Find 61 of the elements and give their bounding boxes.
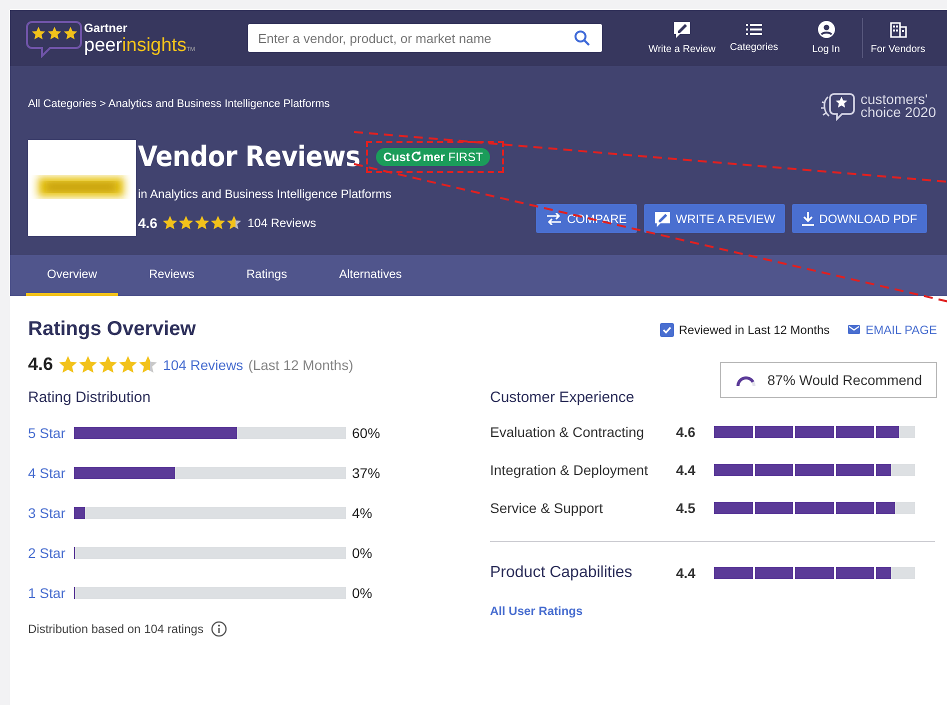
building-icon [890, 22, 906, 38]
list-icon [746, 23, 762, 36]
compare-arrows-icon [546, 212, 562, 224]
percentage: 60% [352, 425, 380, 441]
rating-score: 4.6 [138, 215, 158, 231]
action-button[interactable]: WRITE A REVIEW [644, 204, 786, 233]
rating-label: Evaluation & Contracting [490, 424, 646, 440]
distribution-note: Distribution based on 104 ratings [28, 622, 204, 636]
category-subtitle: in Analytics and Business Intelligence Platforms [138, 187, 392, 201]
nav-link[interactable]: Log In [790, 21, 862, 55]
info-icon [211, 621, 228, 637]
rating-score: 4.6 [28, 354, 54, 375]
breadcrumb: All Categories > Analytics and Business Intelligence Platforms [28, 98, 330, 110]
award-badge-icon [820, 91, 856, 121]
rating-score: 4.4 [676, 565, 696, 581]
all-ratings-link[interactable]: All User Ratings [490, 604, 935, 618]
reviews-link[interactable]: 104 Reviews [163, 356, 244, 372]
download-icon [802, 212, 814, 226]
recommend-box: 87% Would Recommend [720, 362, 937, 398]
percentage: 0% [352, 585, 372, 601]
rating-score: 4.4 [676, 462, 696, 478]
checkbox-label: Reviewed in Last 12 Months [678, 322, 830, 336]
search-field[interactable]: Enter a vendor, product, or market name [248, 24, 602, 52]
rating-score: 4.6 [676, 424, 696, 440]
search-icon [574, 30, 590, 46]
tab[interactable]: Overview [26, 255, 118, 296]
rating-label: Service & Support [490, 500, 604, 516]
brand-name: Gartner [84, 22, 128, 34]
star-filter-link[interactable]: 3 Star [28, 505, 74, 521]
star-filter-link[interactable]: 2 Star [28, 545, 74, 561]
tab[interactable]: Alternatives [318, 255, 423, 296]
subsection-title: Rating Distribution [28, 389, 152, 406]
checkbox[interactable] [660, 322, 674, 336]
star-filter-link[interactable]: 4 Star [28, 465, 74, 481]
award-title: customers' choice 2020 [860, 92, 936, 120]
email-link[interactable]: EMAIL PAGE [848, 322, 937, 336]
percentage: 0% [352, 545, 372, 561]
percentage: 37% [352, 465, 380, 481]
period-note: (Last 12 Months) [248, 356, 354, 372]
rating-score: 4.5 [676, 500, 696, 516]
section-title: Ratings Overview [28, 318, 196, 341]
pencil-note-icon [673, 21, 691, 38]
nav-link[interactable]: For Vendors [863, 22, 933, 54]
page-title: Vendor Reviews [138, 140, 360, 173]
rating-label: Integration & Deployment [490, 462, 649, 478]
action-button[interactable]: DOWNLOAD PDF [792, 204, 928, 233]
stars-logo-icon [26, 18, 82, 58]
user-icon [818, 21, 834, 38]
percentage: 4% [352, 505, 372, 521]
nav-link[interactable]: Write a Review [646, 21, 718, 55]
pencil-note-icon [654, 210, 671, 226]
tab[interactable]: Reviews [128, 255, 216, 296]
subsection-title: Customer Experience [490, 389, 636, 406]
customer-first-badge: Cust mer FIRST [376, 148, 490, 166]
mail-icon [848, 325, 860, 334]
rating-label: Product Capabilities [490, 564, 634, 582]
nav-link[interactable]: Categories [718, 23, 790, 53]
tab[interactable]: Ratings [225, 255, 308, 296]
star-filter-link[interactable]: 1 Star [28, 585, 74, 601]
star-filter-link[interactable]: 5 Star [28, 425, 74, 441]
review-count: 104 Reviews [247, 216, 316, 230]
